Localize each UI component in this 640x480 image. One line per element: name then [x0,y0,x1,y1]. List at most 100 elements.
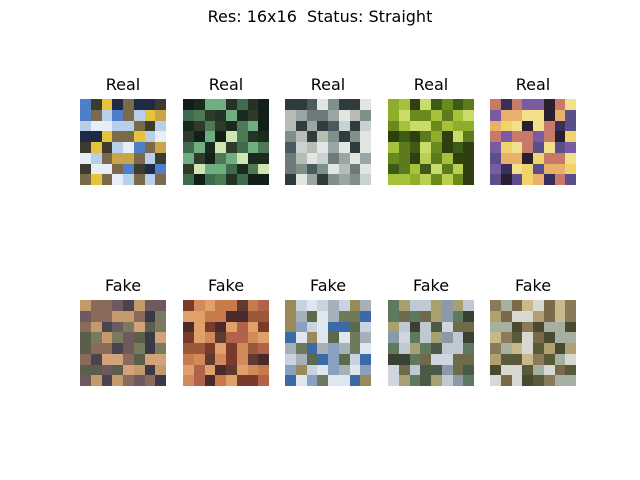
pixel-cell [144,300,156,311]
pixel-cell [90,332,102,343]
pixel-cell [533,163,544,175]
pixel-cell [349,300,361,311]
pixel-cell [511,343,523,354]
pixel-cell [258,131,269,142]
pixel-cell [452,321,464,333]
pixel-cell [533,364,544,376]
pixel-cell [511,152,523,164]
pixel-cell [236,109,248,121]
pixel-cell [226,163,237,175]
pixel-cell [522,353,533,365]
pixel-cell [204,343,216,354]
pixel-cell [123,131,134,142]
pixel-cell [511,142,523,153]
pixel-cell [144,343,156,354]
pixel-cell [247,332,259,343]
pixel-cell [306,321,318,333]
pixel-cell [409,152,421,164]
pixel-cell [409,163,421,175]
pixel-cell [133,109,145,121]
pixel-cell [431,99,442,110]
pixel-cell [511,120,523,132]
pixel-cell [360,300,371,311]
pixel-cell [155,152,166,164]
pixel-cell [420,163,431,175]
panel-title: Real [515,75,551,94]
pixel-cell [554,152,566,164]
pixel-cell [349,375,361,386]
pixel-cell [80,375,91,386]
pixel-cell [247,310,259,322]
pixel-cell [193,163,205,175]
pixel-cell [431,332,442,343]
pixel-cell [112,152,123,164]
pixel-cell [500,163,512,175]
pixel-cell [295,321,307,333]
pixel-cell [295,131,307,142]
pixel-cell [452,375,464,386]
pixel-cell [90,142,102,153]
panel-real-1: Real [80,75,166,185]
pixel-cell [360,310,371,322]
pixel-cell [463,300,474,311]
pixel-cell [258,120,269,132]
pixel-cell [420,310,431,322]
pixel-cell [388,343,399,354]
pixel-cell [295,152,307,164]
pixel-cell [112,343,123,354]
pixel-cell [463,142,474,153]
pixel-cell [112,364,123,376]
image-thumbnail [183,300,269,386]
panel-fake-1: Fake [80,276,166,386]
pixel-cell [565,332,576,343]
pixel-cell [409,364,421,376]
pixel-cell [204,321,216,333]
pixel-cell [193,131,205,142]
pixel-cell [360,99,371,110]
pixel-cell [133,310,145,322]
panel-real-5: Real [490,75,576,185]
pixel-cell [236,332,248,343]
pixel-cell [123,353,134,365]
pixel-cell [441,109,453,121]
pixel-cell [360,364,371,376]
pixel-cell [90,152,102,164]
pixel-cell [338,152,350,164]
pixel-cell [441,174,453,185]
pixel-cell [420,343,431,354]
pixel-cell [101,375,113,386]
pixel-cell [360,353,371,365]
pixel-cell [328,332,339,343]
pixel-cell [409,375,421,386]
pixel-cell [247,99,259,110]
pixel-cell [360,163,371,175]
pixel-cell [247,353,259,365]
pixel-cell [338,321,350,333]
pixel-cell [349,310,361,322]
pixel-cell [452,131,464,142]
pixel-cell [101,142,113,153]
pixel-cell [388,174,399,185]
pixel-cell [441,310,453,322]
pixel-cell [247,375,259,386]
pixel-cell [90,343,102,354]
pixel-cell [328,163,339,175]
pixel-cell [431,321,442,333]
pixel-cell [155,310,166,322]
pixel-cell [511,99,523,110]
pixel-cell [349,321,361,333]
pixel-cell [522,120,533,132]
pixel-cell [317,343,328,354]
pixel-cell [452,152,464,164]
pixel-cell [420,375,431,386]
pixel-cell [155,375,166,386]
pixel-cell [349,142,361,153]
pixel-cell [420,131,431,142]
pixel-cell [183,375,194,386]
pixel-cell [511,109,523,121]
pixel-cell [511,300,523,311]
pixel-cell [247,364,259,376]
pixel-cell [317,332,328,343]
pixel-cell [500,131,512,142]
pixel-cell [123,310,134,322]
